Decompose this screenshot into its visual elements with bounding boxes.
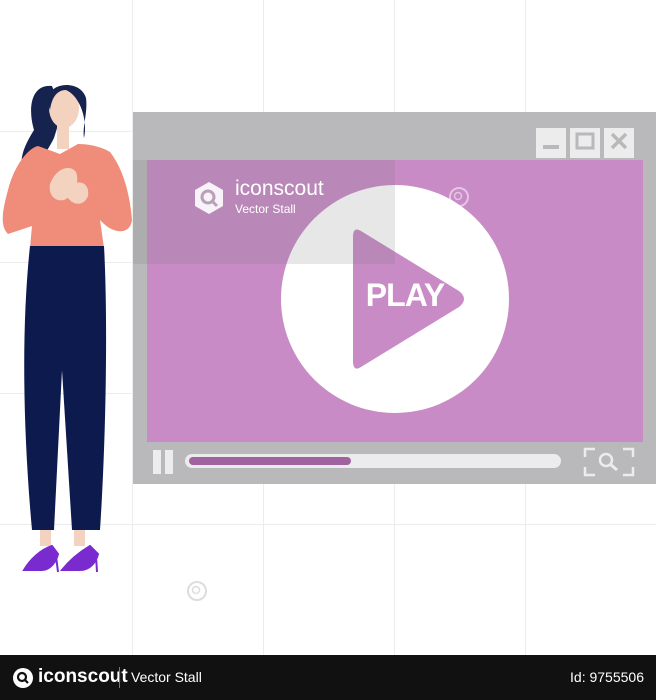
- footer-author: Vector Stall: [131, 669, 202, 685]
- play-label: PLAY: [365, 277, 445, 313]
- progress-bar[interactable]: [185, 454, 561, 468]
- fullscreen-zoom-icon: [581, 447, 637, 482]
- woman-illustration: [2, 85, 133, 573]
- footer-brand: iconscout: [38, 666, 128, 687]
- watermark: iconscout Vector Stall: [133, 160, 395, 264]
- watermark-brand: iconscout: [235, 177, 324, 200]
- fullscreen-button[interactable]: [581, 446, 637, 478]
- minimize-button[interactable]: [536, 128, 566, 158]
- faint-logo-icon: [448, 186, 470, 213]
- footer-divider: [119, 667, 120, 688]
- pause-button[interactable]: [151, 450, 175, 474]
- close-icon: [608, 130, 630, 157]
- maximize-button[interactable]: [570, 128, 600, 158]
- faint-logo-icon: [448, 318, 470, 345]
- iconscout-logo-icon: [191, 180, 227, 221]
- progress-fill: [189, 457, 351, 465]
- watermark-subtitle: Vector Stall: [235, 202, 296, 216]
- close-button[interactable]: [604, 128, 634, 158]
- maximize-icon: [574, 130, 596, 157]
- footer-asset-id: Id: 9755506: [570, 669, 644, 685]
- iconscout-logo-icon: [12, 667, 34, 694]
- minimize-icon: [540, 130, 562, 157]
- control-bar: [133, 442, 656, 484]
- footer-bar: iconscout Vector Stall Id: 9755506: [0, 655, 656, 700]
- faint-logo-icon: [186, 580, 208, 607]
